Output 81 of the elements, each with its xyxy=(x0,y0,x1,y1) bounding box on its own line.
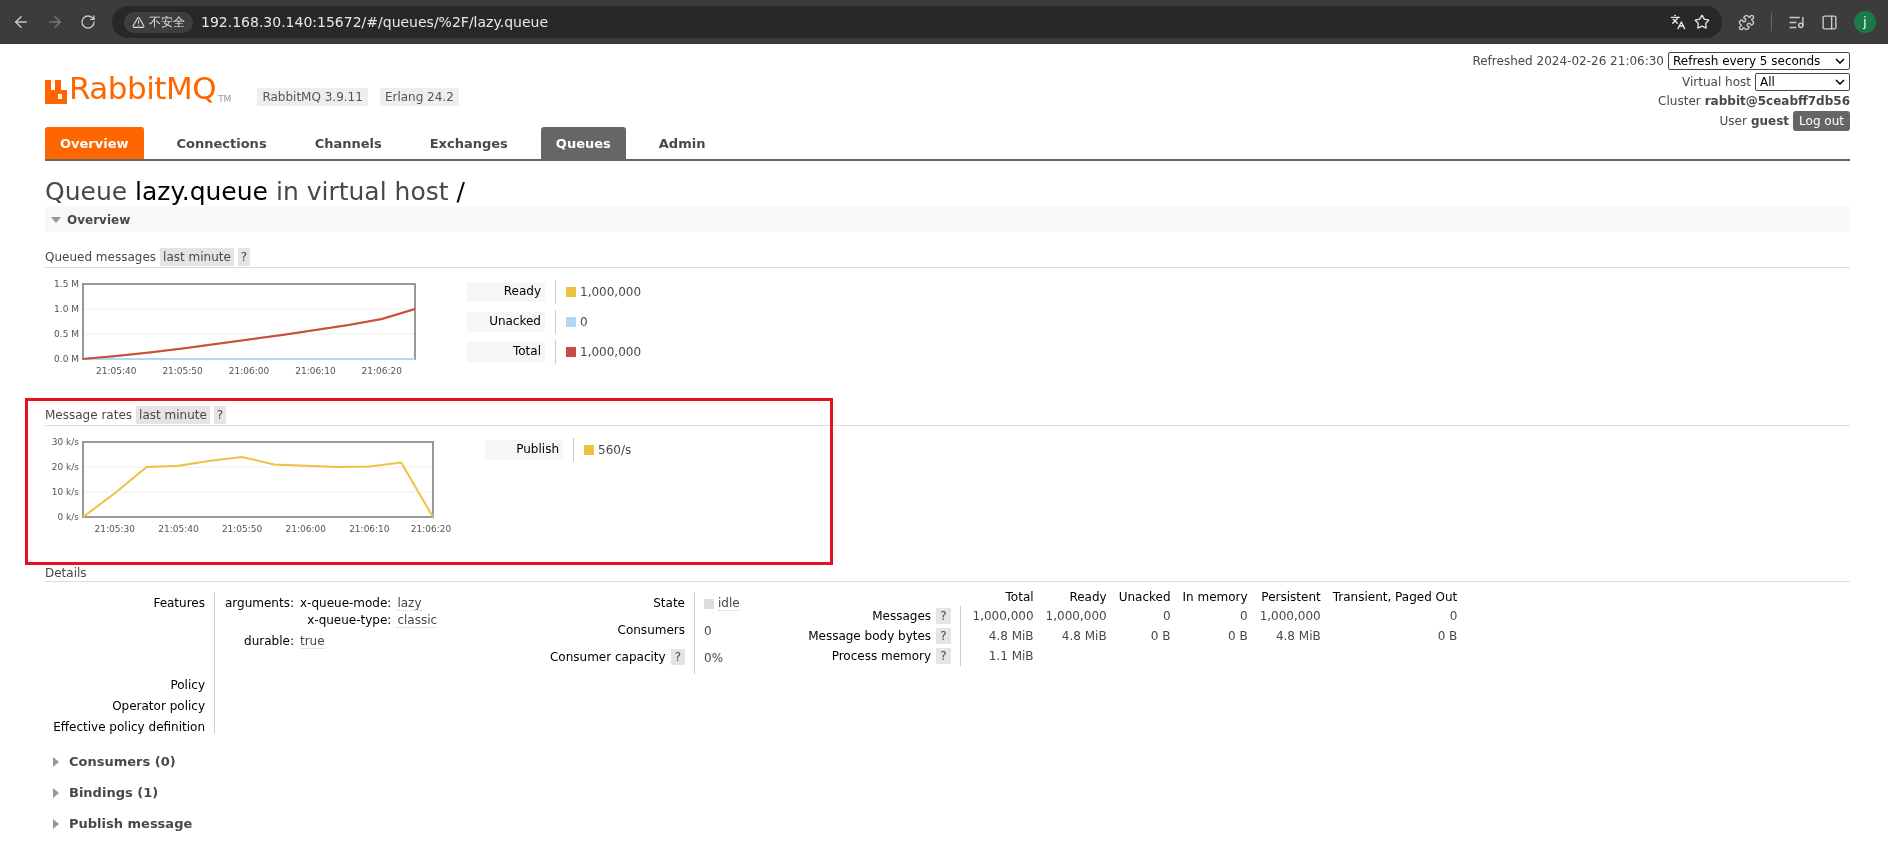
field-label: Effective policy definition xyxy=(53,720,205,734)
table-cell-text: 1,000,000 xyxy=(1044,608,1107,625)
field-value: 0 xyxy=(704,624,713,638)
field-label: Policy xyxy=(170,678,205,692)
table-cell-text: 0 B xyxy=(1436,628,1458,645)
field-value: 0% xyxy=(704,651,725,665)
axis-tick-label: 21:06:10 xyxy=(295,366,336,376)
argument-value: lazy xyxy=(397,596,422,611)
legend-value: 560/s xyxy=(598,443,632,457)
argument-key: x-queue-mode: xyxy=(300,596,392,610)
table-cell-text: 1,000,000 xyxy=(1258,608,1321,625)
axis-tick-label: 21:06:00 xyxy=(228,366,270,376)
axis-tick-label: 30 k/s xyxy=(51,437,79,447)
legend-label: Total xyxy=(467,342,545,362)
axis-tick-label: 21:06:20 xyxy=(410,524,452,534)
field-label: State xyxy=(653,596,685,610)
table-cell: 1,000,000 xyxy=(960,606,1034,626)
table-cell-text: 4.8 MiB xyxy=(1060,628,1107,645)
column-header: In memory xyxy=(1181,590,1248,606)
table-cell-text: 0 xyxy=(1448,608,1458,625)
legend-label: Unacked xyxy=(467,312,545,332)
column-header: Transient, Paged Out xyxy=(1320,590,1458,606)
field-label: Consumer capacity ? xyxy=(549,650,685,664)
field-label: Consumers xyxy=(617,623,685,637)
table-cell-text: 0 B xyxy=(1149,628,1171,645)
details-title: Details xyxy=(45,566,87,580)
table-cell-text: 0 xyxy=(1161,608,1171,625)
axis-tick-label: 21:05:50 xyxy=(221,524,263,534)
axis-tick-label: 21:05:40 xyxy=(158,524,199,534)
field-label: Operator policy xyxy=(112,699,205,713)
table-cell: 1.1 MiB xyxy=(960,646,1034,666)
version-badge: Erlang 24.2 xyxy=(379,88,459,106)
axis-tick-label: 0 k/s xyxy=(57,512,79,522)
axis-tick-label: 0.0 M xyxy=(54,354,79,364)
trademark-text: TM xyxy=(218,94,232,104)
axis-tick-label: 21:05:50 xyxy=(162,366,203,376)
table-cell-text: 4.8 MiB xyxy=(1274,628,1321,645)
axis-tick-label: 1.0 M xyxy=(54,304,79,314)
column-header: Ready xyxy=(1068,590,1107,606)
column-header: Persistent xyxy=(1247,590,1321,606)
vhost-label: Virtual host xyxy=(1682,75,1751,89)
axis-tick-label: 21:06:20 xyxy=(361,366,402,376)
table-cell: 4.8 MiB xyxy=(960,626,1034,646)
version-badge: RabbitMQ 3.9.11 xyxy=(257,88,368,106)
legend-value: 0 xyxy=(580,315,588,329)
table-cell-text: 0 xyxy=(1239,608,1248,625)
axis-tick-label: 21:05:30 xyxy=(94,524,136,534)
row-label: Process memory xyxy=(831,649,932,663)
field-label: arguments: xyxy=(225,596,294,610)
row-label: Messages xyxy=(872,609,932,623)
cluster-name: rabbit@5ceabff7db56 xyxy=(1704,94,1850,108)
field-label: durable: xyxy=(243,634,294,648)
axis-tick-label: 0.5 M xyxy=(54,329,79,339)
axis-tick-label: 20 k/s xyxy=(51,462,79,472)
chart-title: Queued messages xyxy=(45,250,157,264)
cluster-label: Cluster xyxy=(1658,94,1701,108)
legend-label: Publish xyxy=(485,440,563,460)
argument-key: x-queue-type: xyxy=(300,613,392,627)
refreshed-text: Refreshed 2024-02-26 21:06:30 xyxy=(1472,54,1664,68)
axis-tick-label: 1.5 M xyxy=(54,279,79,289)
row-label: Message body bytes xyxy=(808,629,932,643)
legend-value: 1,000,000 xyxy=(580,285,642,299)
argument-value: classic xyxy=(397,613,438,628)
axis-tick-label: 21:06:00 xyxy=(285,524,326,534)
column-header: Total xyxy=(960,590,1034,606)
user-label: User xyxy=(1719,114,1747,128)
user-name: guest xyxy=(1750,114,1790,128)
legend-value: 1,000,000 xyxy=(580,345,642,359)
axis-tick-label: 21:05:40 xyxy=(96,366,137,376)
field-label: Features xyxy=(153,596,205,610)
legend-label: Ready xyxy=(467,282,545,302)
axis-tick-label: 10 k/s xyxy=(51,487,79,497)
logo-text: RabbitMQ xyxy=(69,73,217,104)
field-value: true xyxy=(300,634,325,649)
url-text: 192.168.30.140:15672/#/queues/%2F/lazy.queue xyxy=(201,14,548,30)
chart-title: Message rates xyxy=(45,408,133,422)
table-cell-text: 0 B xyxy=(1226,628,1248,645)
field-value: idle xyxy=(718,596,740,611)
page-title: Queue lazy.queue in virtual host / xyxy=(45,177,466,207)
axis-tick-label: 21:06:10 xyxy=(349,524,390,534)
column-header: Unacked xyxy=(1106,590,1171,606)
